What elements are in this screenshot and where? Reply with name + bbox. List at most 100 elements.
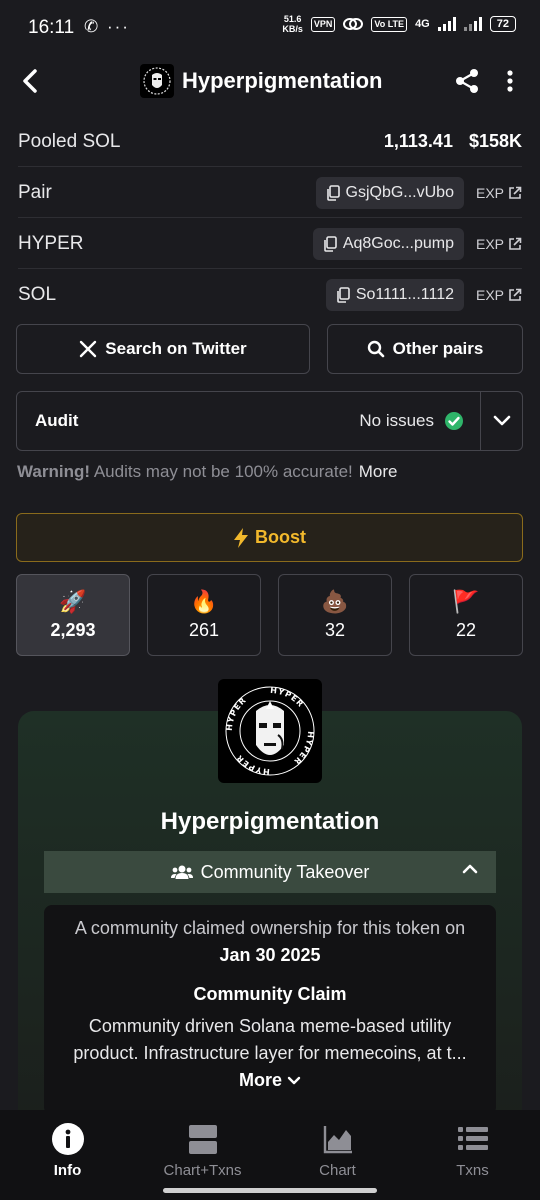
network-speed: 51.6 KB/s (282, 14, 303, 34)
reaction-count: 22 (455, 619, 477, 640)
token-logo-image: HYPER HYPER HYPER HYPER (225, 686, 315, 776)
claim-intro-text: A community claimed ownership for this t… (74, 918, 466, 938)
pooled-sol-label: Pooled SOL (18, 130, 121, 152)
copy-icon (337, 287, 350, 303)
exp-label: EXP (475, 287, 504, 303)
volte-icon: Vo LTE (371, 16, 408, 32)
search-twitter-label: Search on Twitter (105, 339, 247, 358)
pair-explorer-link[interactable]: EXP (476, 185, 522, 201)
bottom-navigation: Info Chart+Txns Chart Txns (0, 1110, 540, 1200)
signal-icon-2 (463, 17, 482, 31)
hyper-address-copy[interactable]: Aq8Goc...pump (312, 227, 464, 260)
logo-ring-text-4: HYPER (234, 753, 269, 776)
other-pairs-button[interactable]: Other pairs (327, 324, 523, 374)
audit-status: No issues (359, 411, 464, 431)
vpn-icon: VPN (310, 16, 336, 32)
warning-more-link[interactable]: More (359, 462, 398, 481)
reaction-fire[interactable]: 🔥 261 (147, 574, 261, 656)
other-pairs-label: Other pairs (392, 339, 484, 358)
audit-panel[interactable]: Audit No issues (16, 391, 523, 451)
check-circle-icon (445, 412, 463, 430)
more-vertical-icon[interactable] (498, 66, 522, 96)
network-type: 4G (415, 18, 430, 30)
fire-icon: 🔥 (190, 588, 218, 614)
chart-icon (323, 1126, 352, 1154)
status-time: 16:11 (28, 17, 75, 38)
back-arrow-icon[interactable] (16, 66, 46, 96)
claim-desc-text: Community driven Solana meme-based utili… (73, 1016, 467, 1063)
community-claim-box: A community claimed ownership for this t… (44, 905, 496, 1110)
pair-label: Pair (18, 181, 52, 203)
lightning-icon (234, 527, 248, 548)
boost-button[interactable]: Boost (16, 513, 523, 562)
svg-text:HYPER: HYPER (292, 731, 315, 767)
x-logo-icon (80, 340, 97, 358)
net-speed-unit: KB/s (282, 24, 303, 34)
external-link-icon (509, 237, 522, 250)
reaction-red-flag[interactable]: 🚩 22 (409, 574, 523, 656)
chart-txns-icon (188, 1125, 217, 1154)
boost-label: Boost (255, 527, 306, 547)
page-title: Hyperpigmentation (182, 68, 383, 93)
nav-txns[interactable]: Txns (405, 1110, 540, 1200)
reaction-poop[interactable]: 💩 32 (278, 574, 392, 656)
search-twitter-button[interactable]: Search on Twitter (16, 324, 310, 374)
reaction-rocket[interactable]: 🚀 2,293 (16, 574, 130, 656)
logo-ring-text-3: HYPER (292, 731, 314, 767)
pooled-sol-usd: $158K (468, 131, 522, 151)
link-icon (343, 18, 364, 30)
svg-text:HYPER: HYPER (234, 753, 270, 776)
exp-label: EXP (475, 184, 504, 201)
audit-expand-toggle[interactable] (480, 392, 522, 450)
copy-icon (324, 235, 337, 252)
battery-icon: 72 (489, 16, 516, 32)
status-bar: 16:11 ✆ ··· 51.6 KB/s VPN Vo LTE 4G 72 (0, 0, 540, 52)
reaction-count: 261 (188, 619, 220, 640)
claim-date: Jan 30 2025 (219, 945, 321, 965)
audit-label: Audit (35, 411, 79, 430)
search-icon (367, 340, 384, 358)
sol-address-copy[interactable]: So1111...1112 (325, 279, 464, 311)
exp-label: EXP (475, 235, 504, 252)
logo-ring-text: HYPER (225, 695, 247, 731)
home-indicator[interactable] (163, 1188, 377, 1193)
hyper-address: Aq8Goc...pump (342, 234, 454, 252)
claim-heading: Community Claim (193, 984, 347, 1004)
nav-info[interactable]: Info (0, 1110, 135, 1200)
sol-row: SOL So1111...1112 EXP (18, 270, 522, 320)
nav-chart[interactable]: Chart (270, 1110, 405, 1200)
sol-explorer-link[interactable]: EXP (476, 287, 522, 303)
hyper-explorer-link[interactable]: EXP (476, 236, 522, 252)
pooled-sol-amount: 1,113.41 (383, 131, 453, 151)
net-speed-value: 51.6 (283, 14, 302, 24)
nav-txns-label: Txns (456, 1162, 489, 1179)
status-right-icons: 51.6 KB/s VPN Vo LTE 4G 72 (282, 14, 516, 34)
nav-chart-label: Chart (319, 1162, 356, 1179)
info-content: Pooled SOL 1,113.41 $158K Pair GsjQbG...… (0, 114, 540, 1110)
poop-icon: 💩 (321, 588, 349, 614)
token-logo-large: HYPER HYPER HYPER HYPER (218, 679, 322, 783)
rocket-icon: 🚀 (59, 588, 87, 614)
app-header: Hyperpigmentation (0, 52, 540, 114)
claim-intro: A community claimed ownership for this t… (64, 915, 476, 969)
nav-chart-txns-label: Chart+Txns (163, 1162, 242, 1179)
share-icon[interactable] (452, 66, 482, 96)
red-flag-icon: 🚩 (452, 588, 480, 614)
svg-text:HYPER: HYPER (270, 686, 306, 709)
reaction-count: 2,293 (50, 619, 96, 640)
external-link-icon (509, 288, 522, 301)
nav-chart-txns[interactable]: Chart+Txns (135, 1110, 270, 1200)
sol-label: SOL (18, 284, 57, 305)
pair-row: Pair GsjQbG...vUbo EXP (18, 168, 522, 218)
claim-description: Community driven Solana meme-based utili… (64, 1013, 476, 1094)
external-link-icon (509, 186, 522, 199)
community-takeover-toggle[interactable]: Community Takeover (44, 851, 496, 893)
chevron-down-icon (287, 1076, 301, 1085)
warning-strong: Warning! (17, 462, 91, 481)
hyper-row: HYPER Aq8Goc...pump EXP (18, 219, 522, 269)
claim-more-link[interactable]: More (239, 1070, 301, 1090)
pair-address-copy[interactable]: GsjQbG...vUbo (315, 176, 464, 209)
hyper-label: HYPER (18, 232, 84, 254)
signal-icon (437, 17, 456, 31)
reaction-count: 32 (324, 619, 346, 640)
